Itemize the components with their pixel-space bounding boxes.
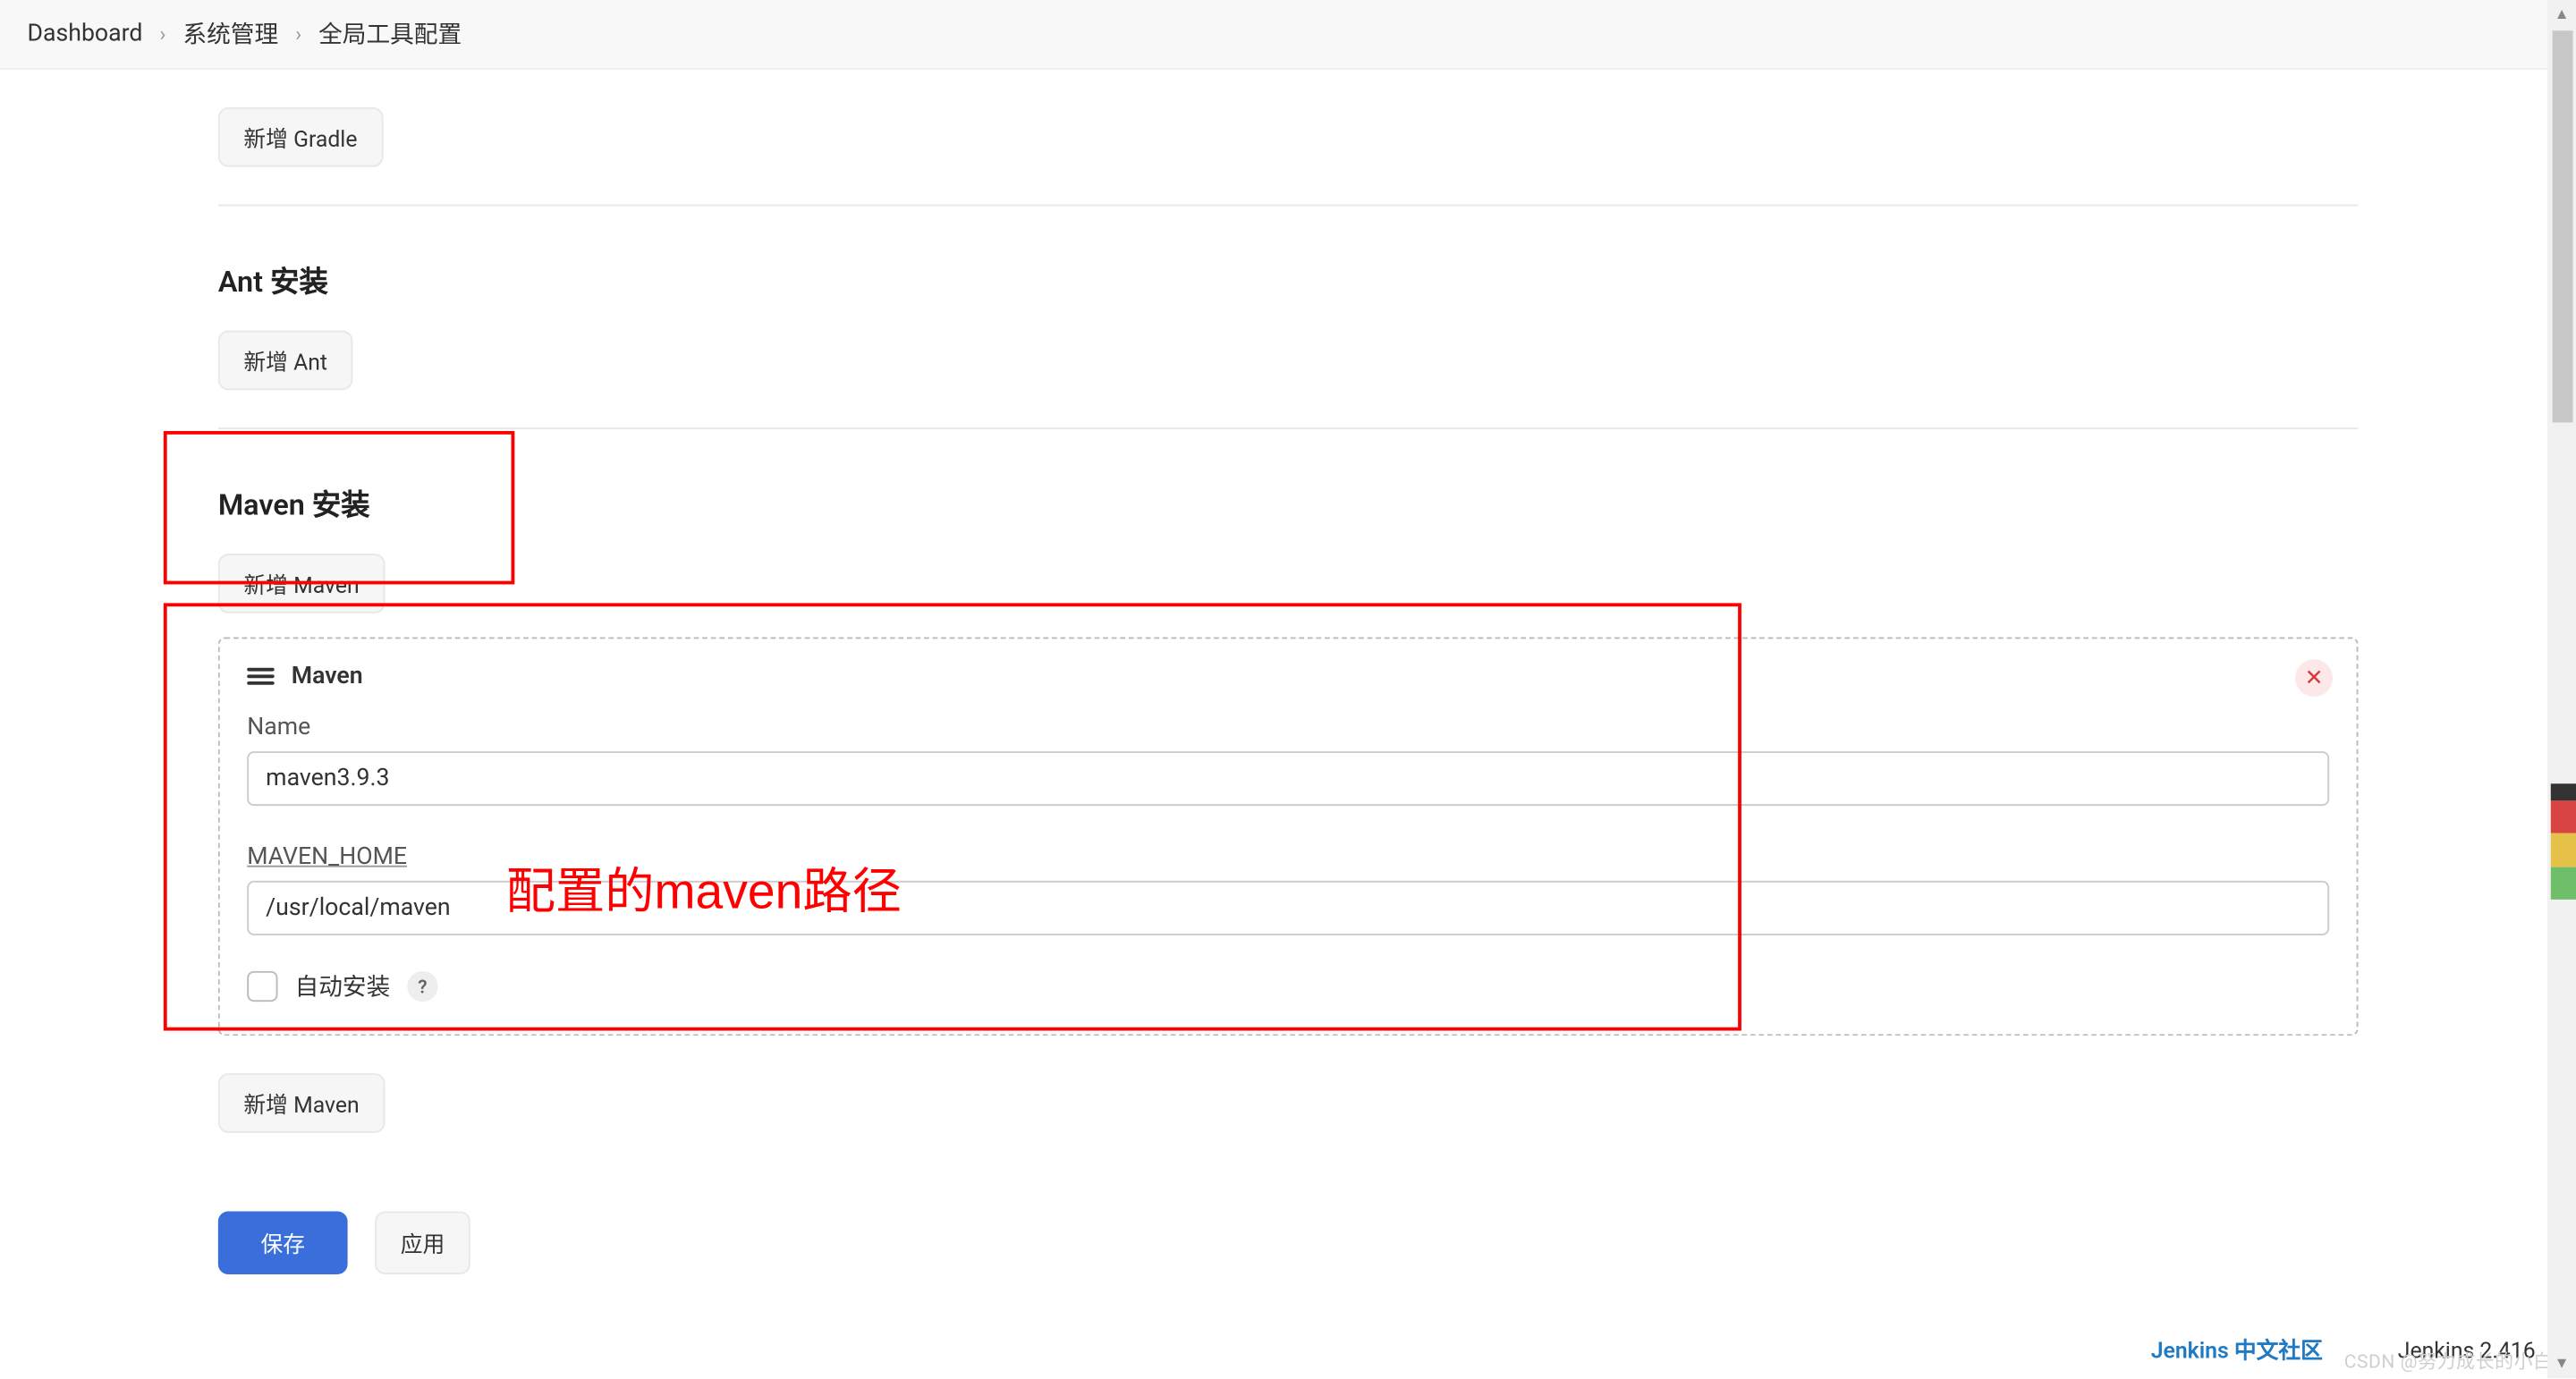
breadcrumb-item-system[interactable]: 系统管理 <box>182 17 278 51</box>
scroll-up-arrow-icon[interactable]: ▲ <box>2547 0 2576 29</box>
divider <box>218 427 2359 429</box>
apply-button[interactable]: 应用 <box>375 1211 470 1273</box>
breadcrumb-item-global-tool[interactable]: 全局工具配置 <box>318 17 462 51</box>
add-gradle-button[interactable]: 新增 Gradle <box>218 107 383 167</box>
maven-home-input[interactable] <box>247 881 2329 935</box>
help-icon[interactable]: ? <box>407 971 437 1002</box>
auto-install-label: 自动安装 <box>295 969 391 1003</box>
divider <box>218 205 2359 207</box>
add-ant-button[interactable]: 新增 Ant <box>218 331 353 391</box>
maven-home-label: MAVEN_HOME <box>247 843 2329 870</box>
maven-installer-panel: Maven ✕ Name MAVEN_HOME 自动安装 ? <box>218 637 2359 1036</box>
close-icon[interactable]: ✕ <box>2295 659 2333 697</box>
add-maven-button-bottom[interactable]: 新增 Maven <box>218 1073 385 1133</box>
name-label: Name <box>247 714 2329 740</box>
breadcrumb: Dashboard › 系统管理 › 全局工具配置 <box>0 0 2576 70</box>
chevron-right-icon: › <box>160 22 166 47</box>
breadcrumb-item-dashboard[interactable]: Dashboard <box>27 21 142 47</box>
page-minimap-marker <box>2551 783 2576 900</box>
scroll-down-arrow-icon[interactable]: ▼ <box>2547 1349 2576 1378</box>
scroll-thumb[interactable] <box>2553 30 2573 422</box>
save-button[interactable]: 保存 <box>218 1211 348 1273</box>
scrollbar[interactable]: ▲ ▼ <box>2547 0 2576 1378</box>
installer-title: Maven <box>292 663 363 690</box>
drag-handle-icon[interactable] <box>247 664 274 689</box>
section-heading-ant: Ant 安装 <box>218 258 2359 300</box>
chevron-right-icon: › <box>295 22 301 47</box>
add-maven-button[interactable]: 新增 Maven <box>218 554 385 613</box>
jenkins-community-link[interactable]: Jenkins 中文社区 <box>2151 1332 2323 1365</box>
section-heading-maven: Maven 安装 <box>218 480 2359 523</box>
maven-name-input[interactable] <box>247 751 2329 806</box>
auto-install-checkbox[interactable] <box>247 971 277 1002</box>
watermark: CSDN @努力成长的小白 <box>2344 1348 2553 1375</box>
